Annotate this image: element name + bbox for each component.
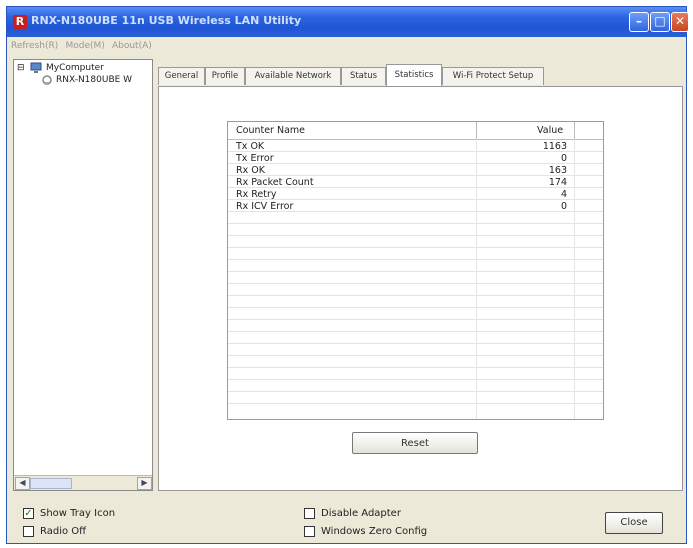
column-value[interactable]: Value	[537, 125, 563, 136]
checkbox-icon[interactable]	[304, 526, 315, 537]
table-row[interactable]: Tx OK 1163	[228, 141, 603, 153]
window-title: RNX-N180UBE 11n USB Wireless LAN Utility	[31, 14, 302, 27]
title-bar[interactable]: R RNX-N180UBE 11n USB Wireless LAN Utili…	[7, 7, 689, 37]
header-divider	[574, 122, 575, 139]
grid-row-line	[228, 403, 603, 404]
grid-row-line	[228, 247, 603, 248]
grid-row-line	[228, 271, 603, 272]
statistics-panel: Counter Name Value Tx OK 1163 Tx Error 0…	[158, 86, 683, 491]
radio-off-checkbox[interactable]: Radio Off	[23, 526, 86, 537]
menu-refresh[interactable]: Refresh(R)	[11, 41, 58, 51]
counter-name: Rx Retry	[236, 189, 277, 200]
minimize-icon: –	[636, 14, 642, 28]
grid-row-line	[228, 355, 603, 356]
menu-about[interactable]: About(A)	[112, 41, 152, 51]
windows-zero-config-label: Windows Zero Config	[321, 526, 428, 537]
scroll-thumb[interactable]	[30, 478, 72, 489]
grid-row-line	[228, 391, 603, 392]
close-button[interactable]: Close	[605, 512, 663, 534]
radio-off-label: Radio Off	[40, 526, 87, 537]
tab-status[interactable]: Status	[341, 67, 386, 85]
counter-value: 163	[548, 165, 567, 176]
checkbox-icon[interactable]	[304, 508, 315, 519]
grid-row-line	[228, 331, 603, 332]
grid-row-line	[228, 295, 603, 296]
counter-name: Rx OK	[236, 165, 265, 176]
show-tray-icon-label: Show Tray Icon	[40, 508, 116, 519]
column-counter-name[interactable]: Counter Name	[236, 125, 305, 136]
counter-value: 1163	[542, 141, 567, 152]
adapter-icon	[40, 74, 54, 89]
counter-value: 4	[560, 189, 567, 200]
counter-name: Rx Packet Count	[236, 177, 314, 188]
disable-adapter-checkbox[interactable]: Disable Adapter	[304, 508, 401, 519]
bottom-bar: ✓ Show Tray Icon Radio Off Disable Adapt…	[7, 493, 686, 545]
counter-name: Rx ICV Error	[236, 201, 294, 212]
tab-profile[interactable]: Profile	[205, 67, 245, 85]
counter-name: Tx Error	[236, 153, 274, 164]
app-logo-icon: R	[13, 15, 27, 29]
grid-row-line	[228, 379, 603, 380]
list-header: Counter Name Value	[228, 122, 603, 140]
table-row[interactable]: Rx Retry 4	[228, 189, 603, 201]
grid-row-line	[228, 283, 603, 284]
table-row[interactable]: Rx Packet Count 174	[228, 177, 603, 189]
statistics-list[interactable]: Counter Name Value Tx OK 1163 Tx Error 0…	[227, 121, 604, 420]
table-row[interactable]: Tx Error 0	[228, 153, 603, 165]
tab-available-network[interactable]: Available Network	[245, 67, 341, 85]
maximize-button[interactable]: □	[650, 12, 670, 32]
show-tray-icon-checkbox[interactable]: ✓ Show Tray Icon	[23, 508, 115, 519]
grid-row-line	[228, 367, 603, 368]
maximize-icon: □	[654, 14, 666, 28]
tree-expander[interactable]: ⊟	[17, 63, 25, 73]
counter-name: Tx OK	[236, 141, 265, 152]
grid-row-line	[228, 235, 603, 236]
windows-zero-config-checkbox[interactable]: Windows Zero Config	[304, 526, 427, 537]
tree-scrollbar[interactable]: ◀ ▶	[14, 475, 152, 490]
checkbox-checked-icon[interactable]: ✓	[23, 508, 34, 519]
scroll-left-icon[interactable]: ◀	[15, 477, 30, 490]
grid-row-line	[228, 259, 603, 260]
grid-row-line	[228, 319, 603, 320]
tree-item-mycomputer[interactable]: MyComputer	[46, 63, 104, 73]
scroll-right-icon[interactable]: ▶	[137, 477, 152, 490]
reset-button[interactable]: Reset	[352, 432, 478, 454]
counter-value: 174	[548, 177, 567, 188]
grid-row-line	[228, 307, 603, 308]
tab-wifi-protect-setup[interactable]: Wi-Fi Protect Setup	[442, 67, 544, 85]
grid-row-line	[228, 343, 603, 344]
menu-mode[interactable]: Mode(M)	[65, 41, 104, 51]
checkbox-icon[interactable]	[23, 526, 34, 537]
device-tree[interactable]: ⊟ MyComputer RNX-N180UBE W ◀ ▶	[13, 59, 153, 491]
table-row[interactable]: Rx OK 163	[228, 165, 603, 177]
counter-value: 0	[560, 201, 567, 212]
header-divider	[476, 122, 477, 139]
menu-bar: Refresh(R) Mode(M) About(A)	[7, 37, 686, 57]
counter-value: 0	[560, 153, 567, 164]
close-icon: ✕	[674, 14, 686, 28]
utility-window: R RNX-N180UBE 11n USB Wireless LAN Utili…	[6, 6, 689, 545]
tab-statistics[interactable]: Statistics	[386, 64, 442, 86]
tree-item-adapter[interactable]: RNX-N180UBE W	[56, 75, 132, 85]
disable-adapter-label: Disable Adapter	[321, 508, 401, 519]
close-window-button[interactable]: ✕	[671, 12, 689, 32]
minimize-button[interactable]: –	[629, 12, 649, 32]
tab-general[interactable]: General	[158, 67, 205, 85]
grid-row-line	[228, 223, 603, 224]
table-row[interactable]: Rx ICV Error 0	[228, 201, 603, 213]
